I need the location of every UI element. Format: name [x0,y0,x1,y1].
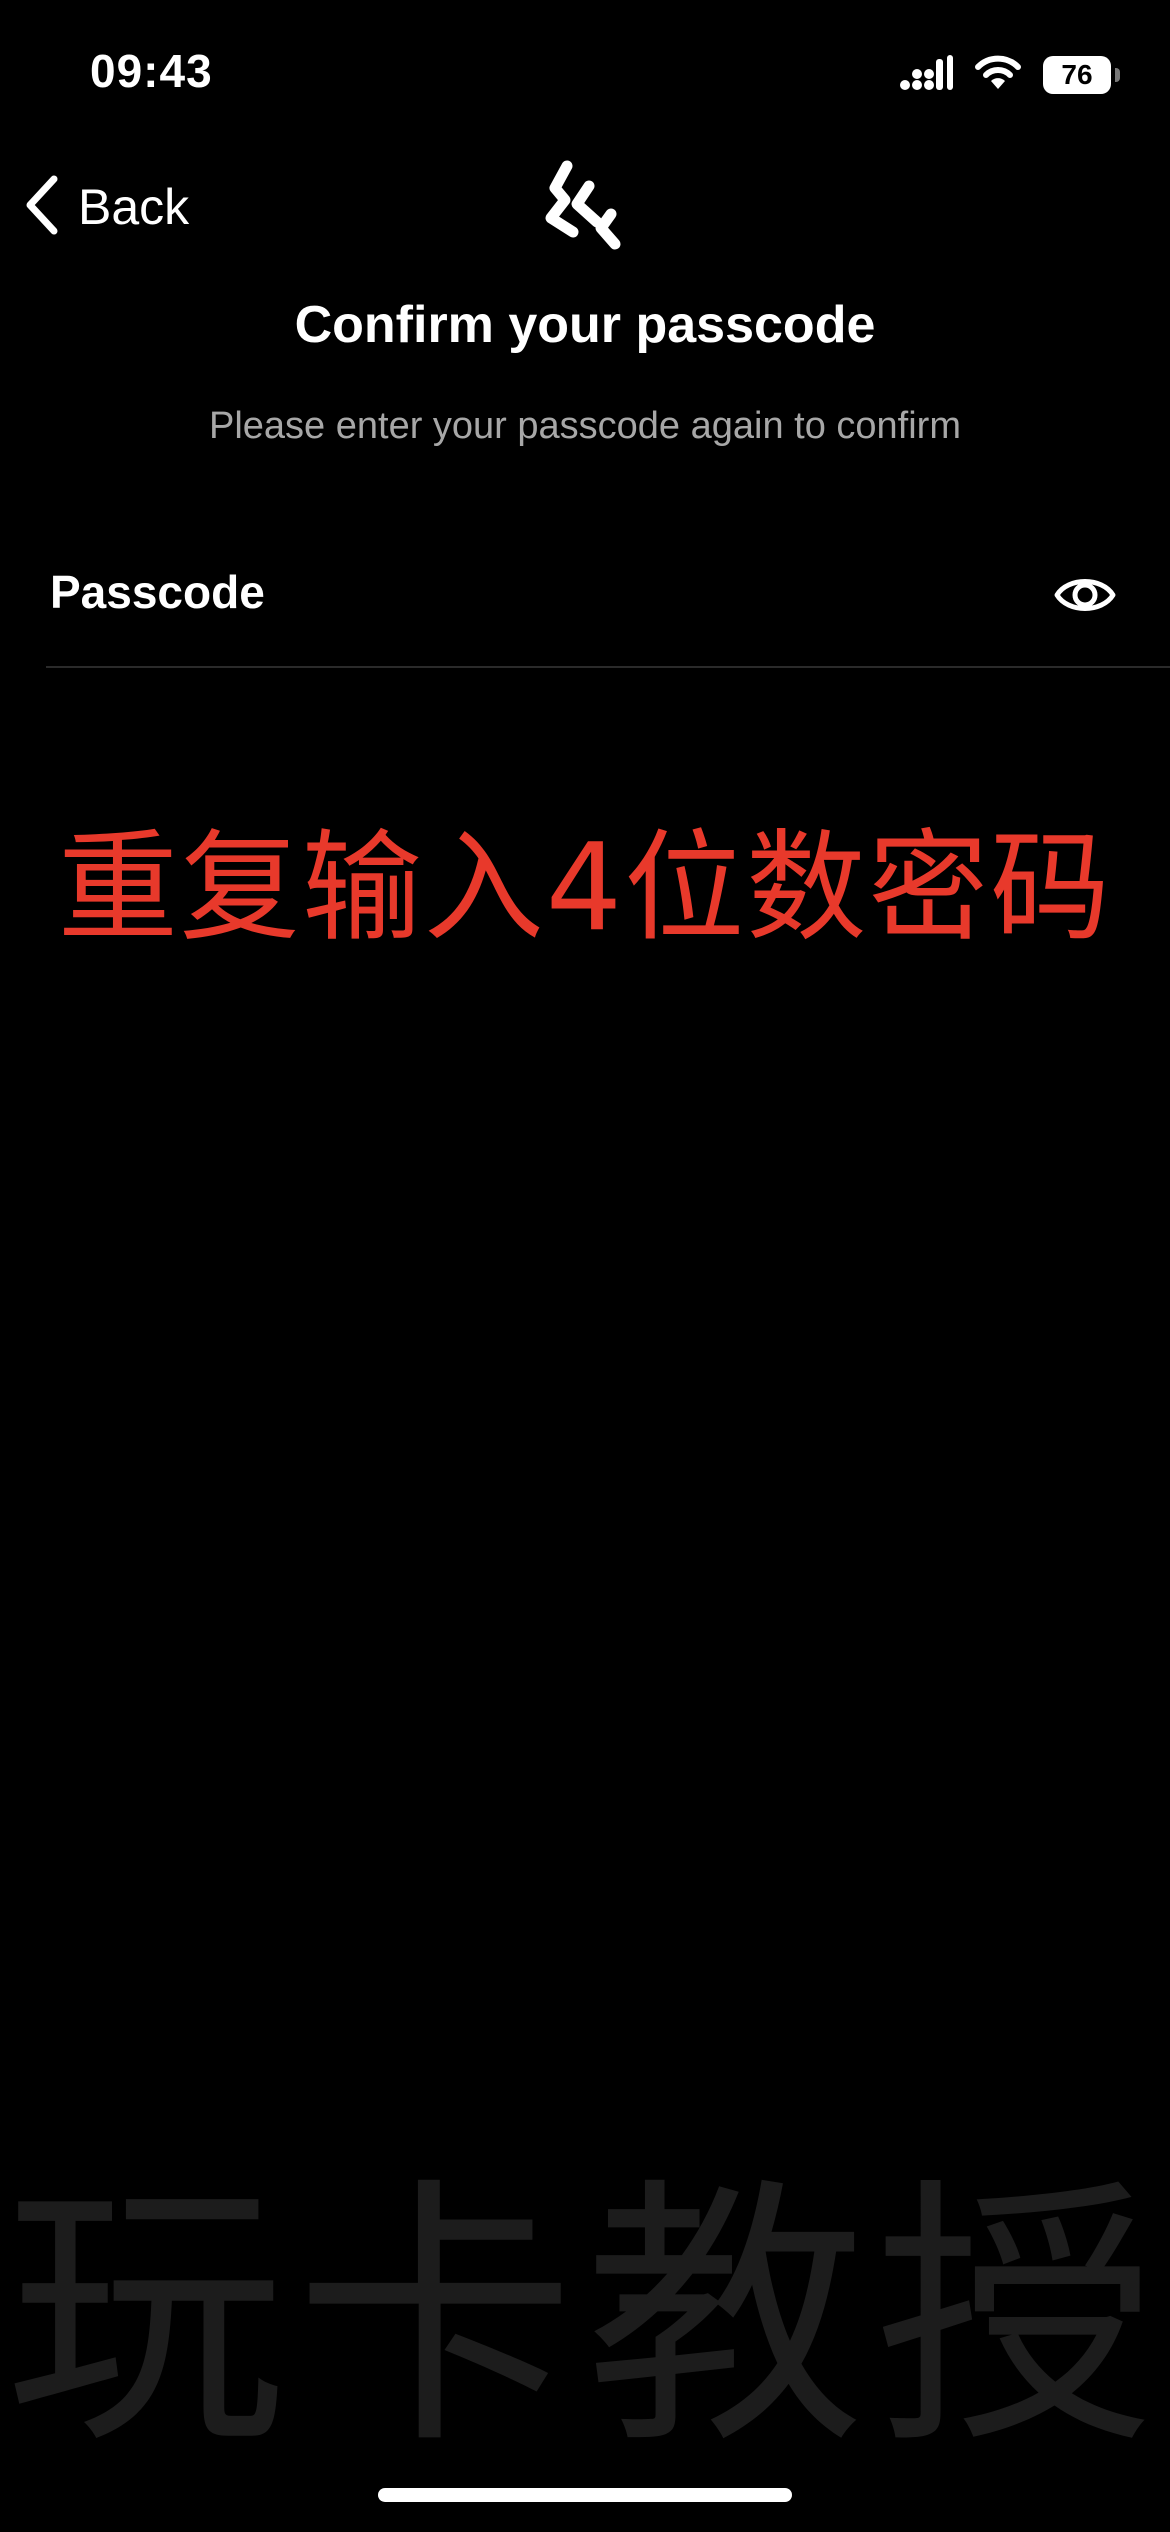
battery-level: 76 [1061,59,1093,90]
wifi-icon [975,55,1021,96]
eye-icon[interactable] [1050,565,1120,625]
passcode-input[interactable] [340,560,1004,632]
status-icons: 76 [899,50,1120,100]
cellular-signal-icon [899,54,953,96]
back-button[interactable]: Back [24,170,189,244]
battery-icon: 76 [1043,56,1111,94]
passcode-divider [46,666,1170,668]
watermark: 玩卡教授 [5,2156,1165,2482]
home-indicator[interactable] [378,2488,792,2502]
page-title: Confirm your passcode [294,296,876,354]
battery-tip [1115,68,1120,82]
brand-logo-icon [545,160,625,250]
back-label: Back [78,179,190,235]
page-subtitle: Please enter your passcode again to conf… [209,405,961,447]
status-time: 09:43 [90,45,213,97]
annotation-text: 重复输入4位数密码 [57,819,1113,958]
chevron-left-icon [24,175,60,240]
passcode-label: Passcode [50,566,265,618]
